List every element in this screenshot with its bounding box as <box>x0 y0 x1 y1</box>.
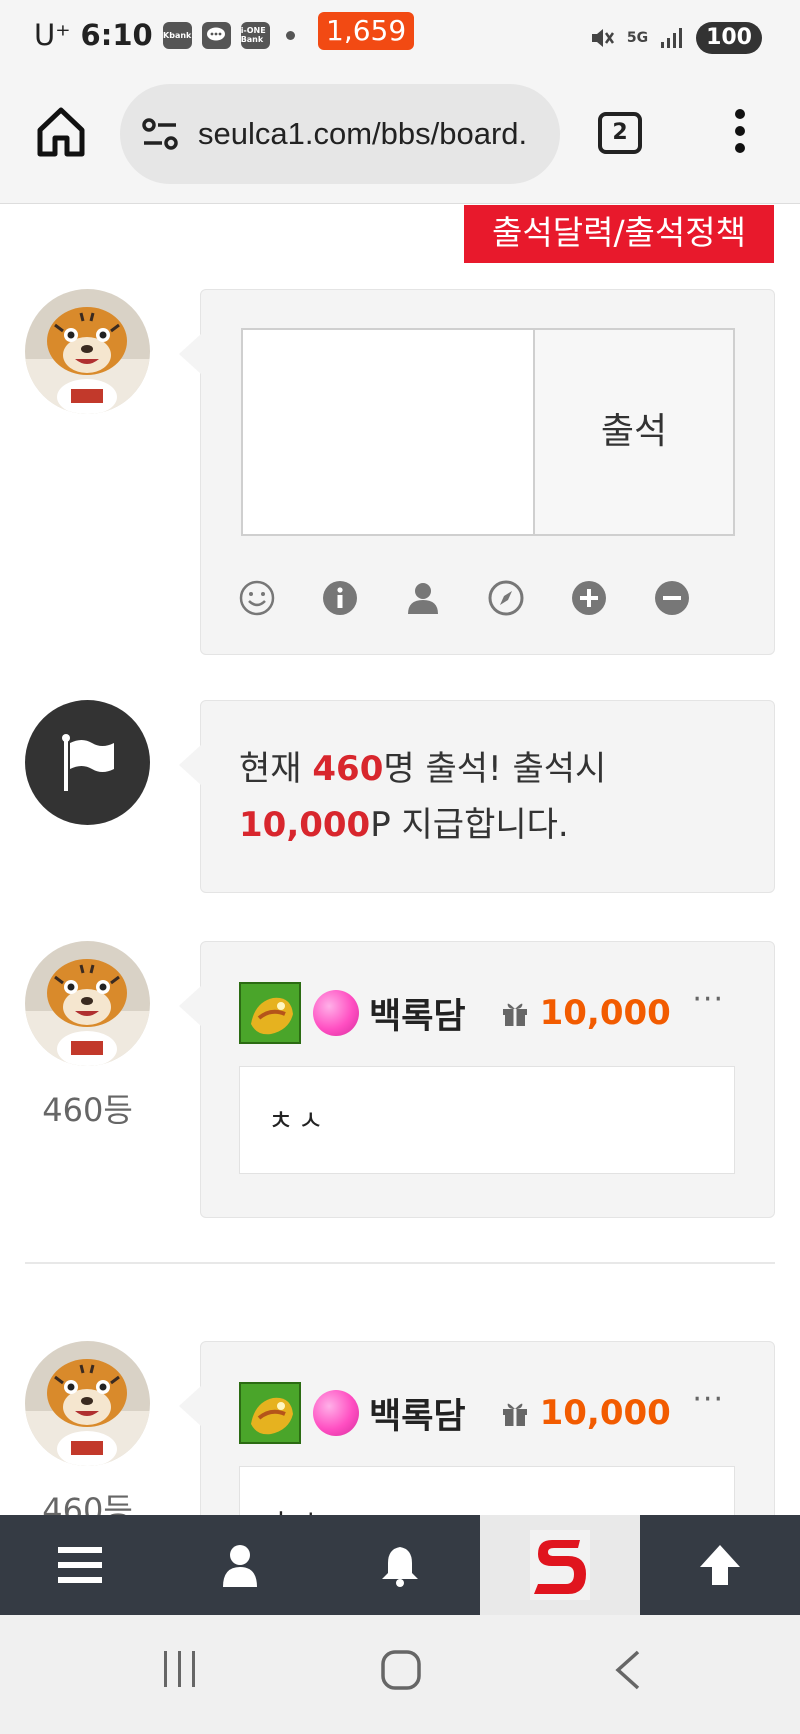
reward-points: 10,000 <box>239 805 371 845</box>
notice-text: 현재 460명 출석! 출석시 10,000P 지급합니다. <box>239 741 606 853</box>
flag-avatar <box>25 700 150 825</box>
rank-label: 460등 <box>42 1091 133 1129</box>
url-text: seulca1.com/bbs/board. <box>198 116 528 151</box>
bank-notification-icon: i-ONE Bank <box>240 21 270 49</box>
browser-toolbar: seulca1.com/bbs/board. 2 <box>0 76 800 204</box>
clock: 6:10 <box>80 18 153 52</box>
signal-icon <box>661 28 683 48</box>
user-icon[interactable] <box>405 580 441 616</box>
profile-button[interactable] <box>160 1515 320 1615</box>
level-icon <box>239 1382 301 1444</box>
home-nav-icon[interactable] <box>380 1649 422 1691</box>
notice-prefix: 현재 <box>239 749 313 789</box>
site-logo-button[interactable] <box>480 1515 640 1615</box>
menu-icon <box>58 1547 102 1583</box>
notice-middle: 명 출석! 출석시 <box>383 749 607 789</box>
site-settings-icon[interactable] <box>140 114 180 154</box>
carrier-label: U⁺ <box>34 18 71 52</box>
site-logo <box>530 1530 590 1600</box>
entry-header: 백록담 10,000 <box>239 1382 739 1444</box>
tab-switcher-button[interactable]: 2 <box>598 112 642 154</box>
username[interactable]: 백록담 <box>369 988 466 1039</box>
menu-button[interactable] <box>0 1515 160 1615</box>
attendance-count: 460 <box>312 749 384 789</box>
attendance-notice: 현재 460명 출석! 출석시 10,000P 지급합니다. <box>179 700 775 893</box>
comment-text: ㅊㅅ <box>239 1066 735 1174</box>
more-options-button[interactable]: ··· <box>692 1382 724 1417</box>
plus-icon[interactable] <box>571 580 607 616</box>
more-vert-icon[interactable] <box>724 106 756 156</box>
scroll-top-button[interactable] <box>640 1515 800 1615</box>
gift-icon <box>502 1403 527 1426</box>
bottom-nav <box>0 1515 800 1615</box>
page-content: 출석달력/출석정책 출석 현재 460명 출석! 출석시 10,000P 지급합… <box>0 205 800 1515</box>
smile-icon[interactable] <box>239 580 275 616</box>
attendance-calendar-button[interactable]: 출석달력/출석정책 <box>464 205 774 263</box>
arrow-up-icon <box>700 1545 740 1585</box>
more-notifications-dot <box>285 30 295 40</box>
address-bar[interactable]: seulca1.com/bbs/board. <box>120 84 560 184</box>
battery-level: 100 <box>696 22 762 54</box>
entry-header: 백록담 10,000 <box>239 982 739 1044</box>
minus-icon[interactable] <box>654 580 690 616</box>
user-icon <box>223 1545 257 1587</box>
comment-text: ㅊㅅ <box>239 1466 735 1515</box>
notification-count-badge: 1,659 <box>318 12 415 50</box>
avatar <box>25 289 150 414</box>
more-options-button[interactable]: ··· <box>692 982 724 1017</box>
attendance-comment-input[interactable] <box>241 328 535 536</box>
points-awarded: 10,000 <box>539 993 671 1033</box>
mute-icon <box>591 29 614 47</box>
bell-icon <box>382 1547 418 1587</box>
info-icon[interactable] <box>322 580 358 616</box>
level-icon <box>239 982 301 1044</box>
notice-suffix: P 지급합니다. <box>370 805 569 845</box>
attendance-entry: 백록담 10,000 ··· ㅊㅅ <box>179 941 775 1218</box>
home-icon[interactable] <box>36 106 86 158</box>
attendance-submit-button[interactable]: 출석 <box>535 328 735 536</box>
member-badge-icon <box>313 1390 359 1436</box>
points-awarded: 10,000 <box>539 1393 671 1433</box>
network-type: 5G <box>626 30 649 46</box>
chat-notification-icon <box>201 21 231 49</box>
member-badge-icon <box>313 990 359 1036</box>
flag-icon <box>61 733 114 791</box>
avatar[interactable] <box>25 1341 150 1466</box>
emoticon-toolbar <box>239 580 690 616</box>
recent-apps-icon[interactable] <box>160 1649 200 1689</box>
system-navigation <box>0 1615 800 1734</box>
divider <box>25 1262 775 1264</box>
gift-icon <box>502 1003 527 1026</box>
compass-icon[interactable] <box>488 580 524 616</box>
back-icon[interactable] <box>612 1649 642 1691</box>
notifications-button[interactable] <box>320 1515 480 1615</box>
attendance-entry: 백록담 10,000 ··· ㅊㅅ <box>179 1341 775 1515</box>
rank-label: 460등 <box>42 1491 133 1515</box>
avatar[interactable] <box>25 941 150 1066</box>
attendance-form: 출석 <box>179 289 775 655</box>
kbank-notification-icon: Kbank <box>162 21 192 49</box>
username[interactable]: 백록담 <box>369 1388 466 1439</box>
